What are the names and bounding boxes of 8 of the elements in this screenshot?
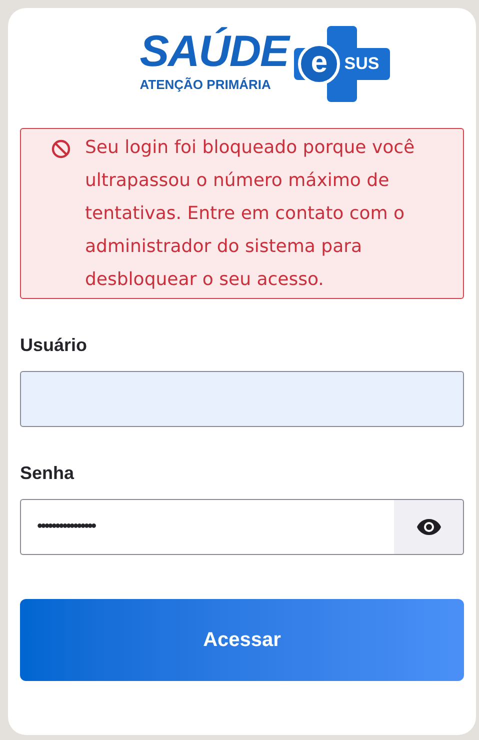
field-label: Usuário — [20, 334, 88, 357]
logo-badge-text: SUS — [344, 54, 380, 74]
username-field[interactable] — [20, 371, 464, 427]
blocked-icon — [51, 139, 71, 159]
field-label: Senha — [20, 462, 76, 485]
submit-button[interactable]: Acessar — [20, 599, 464, 681]
error-message: Seu login foi bloqueado porque você ultrapassou o número máximo de tentativas. Entre em contato com o administrador do sistema para desbloquear o seu acesso. — [85, 136, 416, 292]
logo-subtitle: ATENÇÃO PRIMÁRIA — [140, 76, 271, 94]
